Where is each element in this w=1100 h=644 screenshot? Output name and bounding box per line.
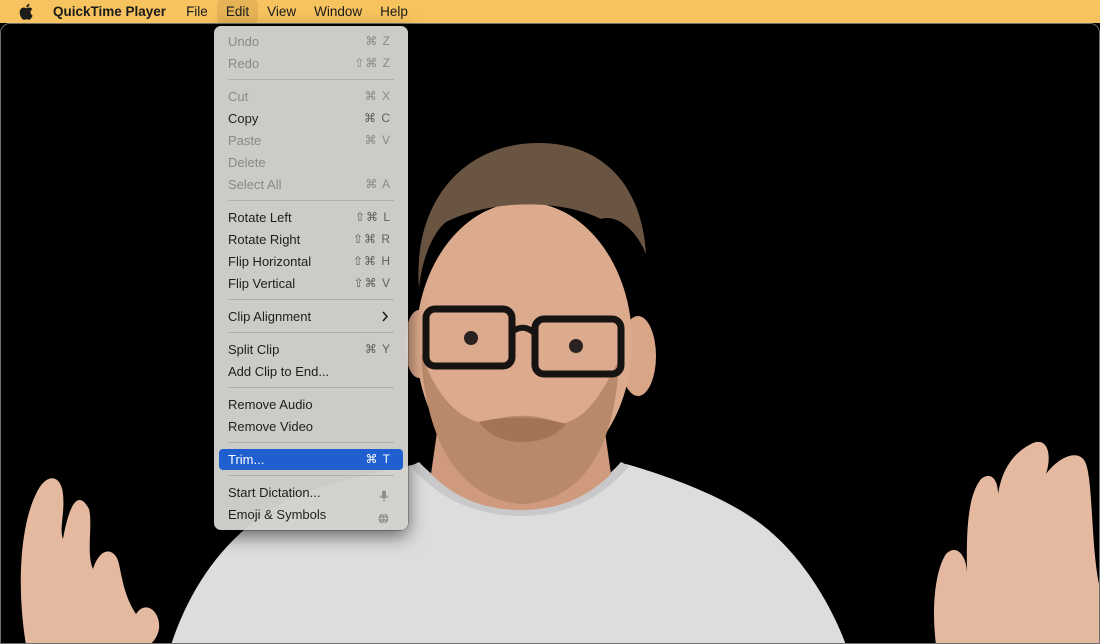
menu-item-select-all[interactable]: Select All ⌘ A <box>219 174 403 195</box>
menu-separator <box>228 200 394 201</box>
shortcut-split-clip: ⌘ Y <box>364 342 391 356</box>
menu-item-clip-alignment[interactable]: Clip Alignment <box>219 306 403 327</box>
shortcut-trim: ⌘ T <box>365 452 391 466</box>
shortcut-copy: ⌘ C <box>364 111 391 125</box>
shortcut-paste: ⌘ V <box>364 133 391 147</box>
menu-item-undo[interactable]: Undo ⌘ Z <box>219 31 403 52</box>
menu-separator <box>228 79 394 80</box>
menu-item-rotate-right[interactable]: Rotate Right ⇧⌘ R <box>219 229 403 250</box>
menu-item-remove-video[interactable]: Remove Video <box>219 416 403 437</box>
menu-bar: QuickTime Player File Edit View Window H… <box>0 0 1100 23</box>
video-window[interactable] <box>0 23 1100 644</box>
shortcut-redo: ⇧⌘ Z <box>354 56 391 70</box>
menu-window[interactable]: Window <box>305 0 371 23</box>
menu-item-flip-vertical[interactable]: Flip Vertical ⇧⌘ V <box>219 273 403 294</box>
shortcut-rotate-left: ⇧⌘ L <box>354 210 391 224</box>
shortcut-rotate-right: ⇧⌘ R <box>352 232 391 246</box>
chevron-right-icon <box>381 306 389 333</box>
menu-item-paste[interactable]: Paste ⌘ V <box>219 130 403 151</box>
menu-file[interactable]: File <box>177 0 217 23</box>
menu-item-start-dictation[interactable]: Start Dictation... <box>219 482 403 503</box>
shortcut-undo: ⌘ Z <box>365 34 391 48</box>
menu-separator <box>228 442 394 443</box>
menu-separator <box>228 475 394 476</box>
menu-separator <box>228 332 394 333</box>
menu-item-delete[interactable]: Delete <box>219 152 403 173</box>
menu-item-remove-audio[interactable]: Remove Audio <box>219 394 403 415</box>
menu-help[interactable]: Help <box>371 0 417 23</box>
menu-item-split-clip[interactable]: Split Clip ⌘ Y <box>219 339 403 360</box>
edit-menu: Undo ⌘ Z Redo ⇧⌘ Z Cut ⌘ X Copy ⌘ C Past… <box>214 26 408 530</box>
menu-separator <box>228 387 394 388</box>
menu-item-emoji-symbols[interactable]: Emoji & Symbols <box>219 504 403 525</box>
menu-view[interactable]: View <box>258 0 305 23</box>
app-menu[interactable]: QuickTime Player <box>45 0 177 23</box>
video-frame <box>1 24 1099 643</box>
shortcut-flip-horizontal: ⇧⌘ H <box>352 254 391 268</box>
menu-item-rotate-left[interactable]: Rotate Left ⇧⌘ L <box>219 207 403 228</box>
shortcut-flip-vertical: ⇧⌘ V <box>353 276 391 290</box>
shortcut-select-all: ⌘ A <box>365 177 391 191</box>
menu-item-flip-horizontal[interactable]: Flip Horizontal ⇧⌘ H <box>219 251 403 272</box>
menu-item-trim[interactable]: Trim... ⌘ T <box>219 449 403 470</box>
menu-item-cut[interactable]: Cut ⌘ X <box>219 86 403 107</box>
menu-separator <box>228 299 394 300</box>
menu-item-redo[interactable]: Redo ⇧⌘ Z <box>219 53 403 74</box>
menu-edit[interactable]: Edit <box>216 0 259 23</box>
menu-item-copy[interactable]: Copy ⌘ C <box>219 108 403 129</box>
apple-logo-icon[interactable] <box>15 0 37 23</box>
menu-item-add-clip-to-end[interactable]: Add Clip to End... <box>219 361 403 382</box>
shortcut-cut: ⌘ X <box>364 89 391 103</box>
globe-icon <box>378 509 389 530</box>
